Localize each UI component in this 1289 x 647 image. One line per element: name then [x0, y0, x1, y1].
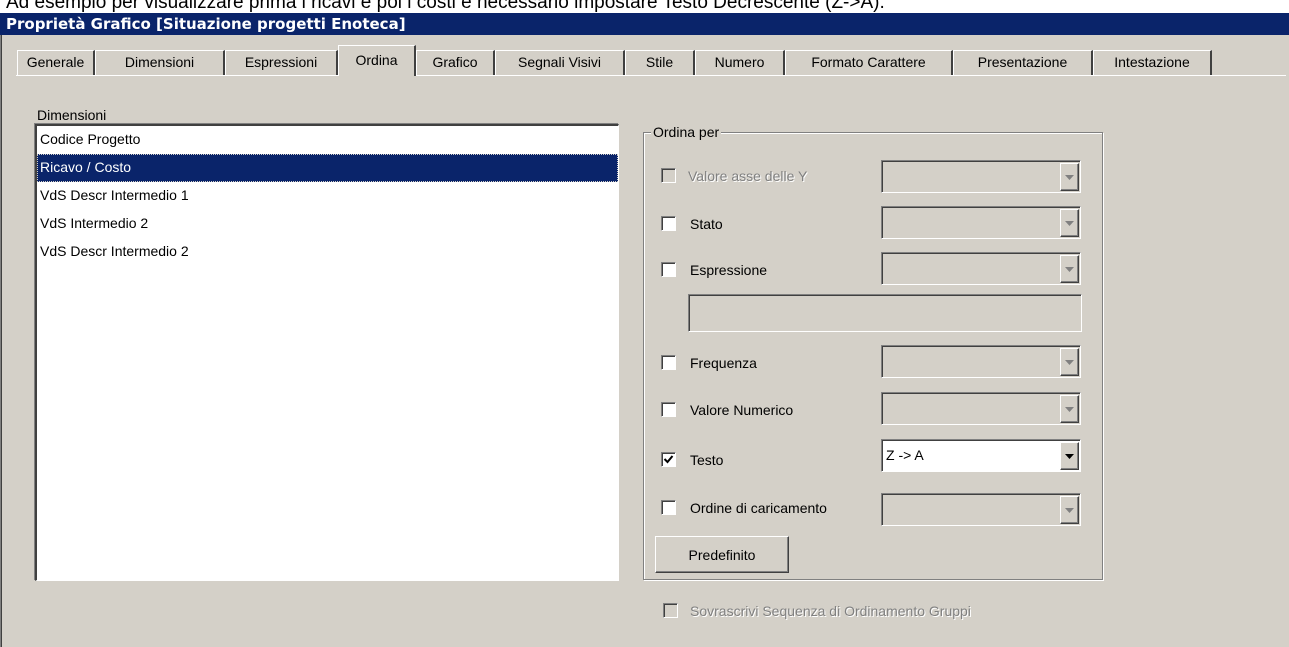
tab-ordina[interactable]: Ordina: [338, 45, 416, 76]
valore-numerico-label: Valore Numerico: [690, 402, 794, 418]
list-item-selected[interactable]: Ricavo / Costo: [37, 154, 618, 182]
ordine-caricamento-combo[interactable]: [881, 493, 1081, 526]
dimensions-listbox[interactable]: Codice Progetto Ricavo / Costo VdS Descr…: [35, 124, 619, 581]
valore-numerico-checkbox[interactable]: [661, 402, 676, 417]
expression-input[interactable]: [688, 294, 1082, 332]
list-item[interactable]: VdS Descr Intermedio 1: [37, 182, 618, 210]
document-text: Ad esempio per visualizzare prima i rica…: [6, 0, 885, 13]
y-value-combo-button[interactable]: [1060, 163, 1079, 191]
dropdown-arrow-icon: [1065, 454, 1074, 459]
testo-combo[interactable]: Z -> A: [881, 439, 1081, 472]
sort-by-title: Ordina per: [651, 124, 722, 141]
window-title: Proprietà Grafico [Situazione progetti E…: [6, 15, 406, 33]
tab-segnali-visivi[interactable]: Segnali Visivi: [495, 50, 625, 75]
dropdown-arrow-icon: [1065, 360, 1074, 365]
ordine-caricamento-combo-button[interactable]: [1060, 496, 1079, 524]
frequenza-combo[interactable]: [881, 345, 1081, 378]
valore-numerico-combo[interactable]: [881, 392, 1081, 425]
tab-strip-line: [16, 75, 1286, 76]
valore-numerico-combo-button[interactable]: [1060, 395, 1079, 423]
override-sequence-checkbox[interactable]: [663, 603, 678, 618]
stato-combo[interactable]: [881, 206, 1081, 239]
tab-intestazione[interactable]: Intestazione: [1093, 50, 1212, 75]
tab-stile[interactable]: Stile: [625, 50, 695, 75]
dropdown-arrow-icon: [1065, 508, 1074, 513]
list-item[interactable]: VdS Descr Intermedio 2: [37, 238, 618, 266]
y-value-checkbox[interactable]: [661, 168, 676, 183]
espressione-combo-button[interactable]: [1060, 255, 1079, 283]
frequenza-label: Frequenza: [690, 355, 757, 371]
list-item[interactable]: Codice Progetto: [37, 126, 618, 154]
testo-combo-value: Z -> A: [886, 447, 924, 463]
tab-numero[interactable]: Numero: [695, 50, 785, 75]
stato-label: Stato: [690, 216, 723, 232]
y-value-label: Valore asse delle Y: [688, 168, 808, 184]
espressione-combo[interactable]: [881, 252, 1081, 285]
espressione-checkbox[interactable]: [661, 262, 676, 277]
tab-espressioni[interactable]: Espressioni: [225, 50, 338, 75]
window-left-border: [0, 35, 2, 647]
check-icon: [663, 455, 674, 464]
tab-presentazione[interactable]: Presentazione: [953, 50, 1093, 75]
espressione-label: Espressione: [690, 262, 768, 278]
y-value-combo[interactable]: [881, 160, 1081, 193]
tab-grafico[interactable]: Grafico: [416, 50, 495, 75]
testo-checkbox[interactable]: [661, 452, 676, 467]
frequenza-combo-button[interactable]: [1060, 348, 1079, 376]
frequenza-checkbox[interactable]: [661, 355, 676, 370]
dropdown-arrow-icon: [1065, 407, 1074, 412]
testo-combo-button[interactable]: [1060, 442, 1079, 470]
ordine-caricamento-checkbox[interactable]: [661, 500, 676, 515]
ordine-caricamento-label: Ordine di caricamento: [690, 500, 827, 516]
stato-checkbox[interactable]: [661, 216, 676, 231]
dropdown-arrow-icon: [1065, 267, 1074, 272]
default-button[interactable]: Predefinito: [655, 536, 789, 573]
testo-label: Testo: [690, 452, 724, 468]
tab-formato-carattere[interactable]: Formato Carattere: [785, 50, 953, 75]
dimensions-label: Dimensioni: [37, 107, 107, 123]
tab-dimensioni[interactable]: Dimensioni: [95, 50, 225, 75]
dropdown-arrow-icon: [1065, 221, 1074, 226]
stato-combo-button[interactable]: [1060, 209, 1079, 237]
title-bar: Proprietà Grafico [Situazione progetti E…: [0, 13, 1289, 35]
dropdown-arrow-icon: [1065, 175, 1074, 180]
override-sequence-label: Sovrascrivi Sequenza di Ordinamento Grup…: [690, 603, 971, 619]
tab-generale[interactable]: Generale: [17, 50, 95, 75]
list-item[interactable]: VdS Intermedio 2: [37, 210, 618, 238]
